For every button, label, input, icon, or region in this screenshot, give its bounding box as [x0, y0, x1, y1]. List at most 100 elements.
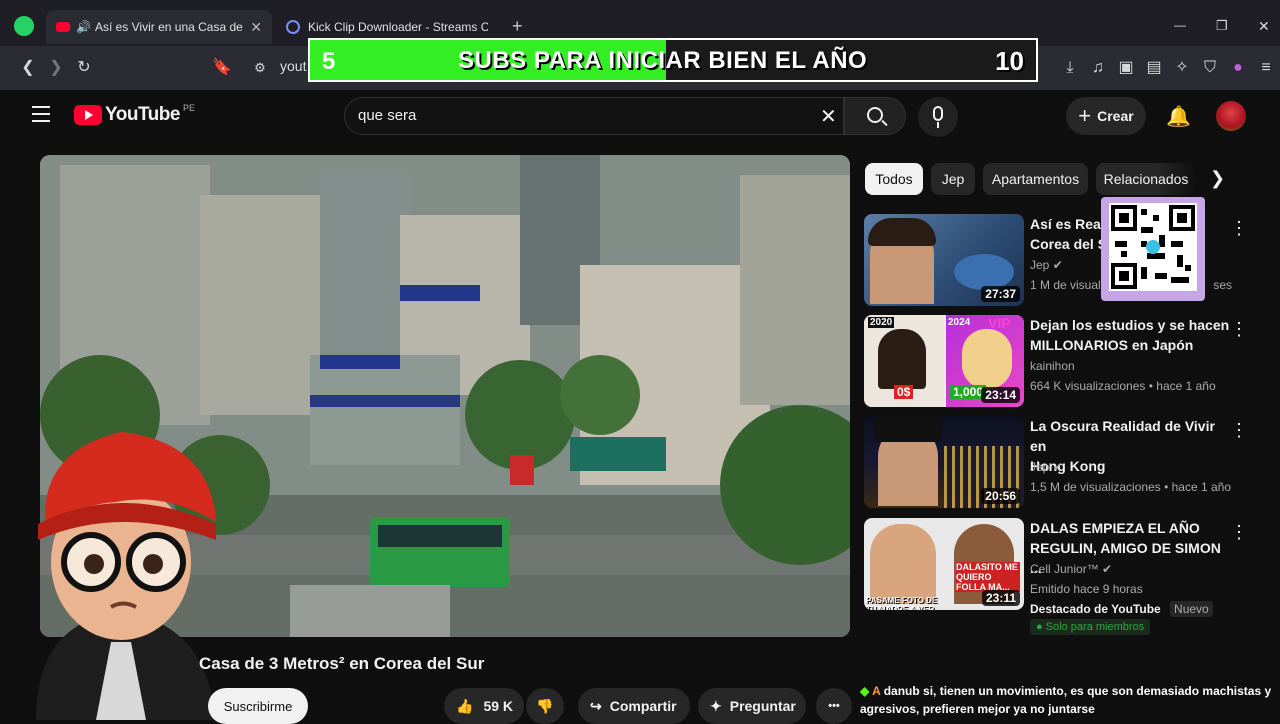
video-duration: 23:14 — [981, 387, 1020, 403]
chip-apartamentos[interactable]: Apartamentos — [983, 163, 1088, 195]
like-button[interactable]: 👍 59 K — [444, 688, 524, 724]
more-vertical-icon[interactable]: ⋮ — [1230, 522, 1248, 543]
reload-icon[interactable]: ↻ — [74, 58, 94, 78]
youtube-favicon-icon — [56, 22, 70, 32]
more-vertical-icon[interactable]: ⋮ — [1230, 319, 1248, 340]
search-button[interactable] — [844, 97, 906, 135]
more-actions-button[interactable]: ••• — [816, 688, 852, 724]
tab-title: Así es Vivir en una Casa de 3 M — [94, 20, 243, 34]
channel-name[interactable]: Jep ✔ — [1030, 460, 1063, 474]
chat-message-text: danub si, tienen un movimiento, es que s… — [860, 684, 1272, 716]
forward-icon[interactable]: ❯ — [46, 58, 66, 78]
verified-icon: ✔ — [1052, 460, 1063, 474]
microphone-icon — [933, 106, 943, 121]
like-count: 59 K — [483, 698, 514, 714]
chip-jep[interactable]: Jep — [931, 163, 975, 195]
chat-badge-icon: ◆ — [860, 684, 870, 698]
minimize-button[interactable]: — — [1174, 18, 1186, 32]
youtube-logo[interactable]: YouTube PE — [74, 103, 195, 126]
ask-button[interactable]: ✦ Preguntar — [698, 688, 806, 724]
video-duration: 23:11 — [981, 590, 1020, 606]
thumb-label: VIP — [988, 315, 1011, 331]
tab-close-icon[interactable]: ✕ — [250, 19, 262, 36]
video-meta: 664 K visualizaciones • hace 1 año — [1030, 379, 1216, 393]
create-button[interactable]: + Crear — [1066, 97, 1146, 135]
list-item[interactable]: PASAME FOTO DE TU MADRE A VER DALASITO M… — [864, 518, 1264, 638]
subs-goal-target: 10 — [995, 46, 1024, 76]
thumb-caption: DALASITO ME QUIERO FOLLA MA... — [956, 562, 1020, 592]
shield-icon[interactable]: ⛉ — [1200, 58, 1220, 78]
clear-search-icon[interactable]: ✕ — [820, 104, 837, 129]
close-window-button[interactable]: ✕ — [1258, 18, 1270, 35]
chips-next-icon[interactable]: ❯ — [1210, 168, 1225, 189]
whatsapp-icon[interactable] — [14, 16, 34, 36]
dislike-button[interactable]: 👎 — [526, 688, 564, 724]
more-horizontal-icon: ••• — [828, 700, 840, 712]
video-title: Dejan los estudios y se hacen MILLONARIOS… — [1030, 317, 1230, 353]
more-vertical-icon[interactable]: ⋮ — [1230, 420, 1248, 441]
new-badge: Nuevo — [1170, 601, 1213, 617]
hamburger-menu-icon[interactable] — [32, 106, 50, 122]
region-code: PE — [182, 103, 195, 113]
profile-icon[interactable]: ● — [1228, 58, 1248, 78]
video-thumbnail[interactable]: 27:37 — [864, 214, 1024, 306]
subscribe-button[interactable]: Suscribirme — [208, 688, 308, 724]
back-icon[interactable]: ❮ — [18, 58, 38, 78]
search-input[interactable]: que sera — [358, 107, 416, 124]
music-icon[interactable]: ♫ — [1088, 58, 1108, 78]
chat-username: A — [872, 684, 881, 698]
members-icon: ● — [1036, 621, 1043, 633]
voice-search-button[interactable] — [918, 97, 958, 137]
search-box[interactable] — [344, 97, 844, 135]
subs-goal-banner: 5 SUBS PARA INICIAR BIEN EL AÑO 10 — [308, 38, 1038, 82]
site-settings-icon[interactable]: ⚙ — [250, 58, 270, 78]
streams-chart-favicon-icon — [286, 20, 300, 34]
video-duration: 20:56 — [981, 488, 1020, 504]
video-meta: 1,5 M de visualizaciones • hace 1 año — [1030, 480, 1231, 494]
featured-label: Destacado de YouTube Nuevo — [1030, 601, 1213, 617]
chip-all[interactable]: Todos — [865, 163, 923, 195]
list-item[interactable]: 20:56 La Oscura Realidad de Vivir en Hong… — [864, 416, 1264, 512]
menu-icon[interactable]: ≡ — [1256, 58, 1276, 78]
avatar[interactable] — [1216, 101, 1246, 131]
list-item[interactable]: 2020 2024 VIP 0$ 1,000 23:14 Dejan los e… — [864, 315, 1264, 411]
sidebar-icon[interactable]: ▣ — [1116, 58, 1136, 78]
members-only-badge: ● Solo para miembros — [1030, 619, 1151, 635]
thumb-label: 2020 — [868, 317, 895, 328]
address-bar[interactable]: yout — [280, 58, 306, 74]
youtube-play-icon — [74, 105, 102, 125]
more-vertical-icon[interactable]: ⋮ — [1230, 218, 1248, 239]
video-thumbnail[interactable]: 2020 2024 VIP 0$ 1,000 23:14 — [864, 315, 1024, 407]
channel-name[interactable]: Jep ✔ — [1030, 258, 1063, 272]
thumb-label: 0$ — [894, 385, 914, 399]
channel-name[interactable]: Cell Junior™ ✔ — [1030, 562, 1112, 576]
streamer-avatar-cartoon — [36, 432, 216, 720]
video-thumbnail[interactable]: 20:56 — [864, 416, 1024, 508]
maximize-button[interactable]: ❐ — [1216, 18, 1228, 34]
plus-icon: + — [1078, 103, 1092, 128]
chip-relacionados[interactable]: Relacionados — [1096, 163, 1196, 195]
notifications-bell-icon[interactable]: 🔔 — [1166, 104, 1191, 129]
stream-chat-message: ◆ A danub si, tienen un movimiento, es q… — [860, 682, 1280, 718]
video-title: Casa de 3 Metros² en Corea del Sur — [199, 654, 485, 673]
bookmark-icon[interactable]: 🔖 — [212, 58, 232, 78]
thumbs-down-icon: 👎 — [536, 697, 554, 714]
share-button[interactable]: ↪ Compartir — [578, 688, 690, 724]
verified-icon: ✔ — [1052, 258, 1063, 272]
tab-youtube[interactable]: 🔊 Así es Vivir en una Casa de 3 M ✕ — [46, 10, 272, 44]
share-icon: ↪ — [590, 697, 602, 714]
thumb-label: 2024 — [948, 317, 971, 328]
wallet-icon[interactable]: ▤ — [1144, 58, 1164, 78]
ai-icon[interactable]: ✧ — [1172, 58, 1192, 78]
qr-code-icon — [1109, 203, 1197, 291]
verified-icon: ✔ — [1102, 562, 1113, 576]
speaker-icon: 🔊 — [76, 20, 91, 34]
new-tab-button[interactable]: + — [512, 16, 523, 37]
video-duration: 27:37 — [981, 286, 1020, 302]
channel-name[interactable]: kainihon — [1030, 359, 1075, 373]
video-thumbnail[interactable]: PASAME FOTO DE TU MADRE A VER DALASITO M… — [864, 518, 1024, 610]
youtube-wordmark: YouTube — [105, 104, 180, 125]
subs-current-count: 5 — [322, 48, 336, 75]
download-icon[interactable]: ⤓ — [1060, 58, 1080, 78]
thumb-caption: PASAME FOTO DE TU MADRE A VER — [866, 596, 938, 610]
